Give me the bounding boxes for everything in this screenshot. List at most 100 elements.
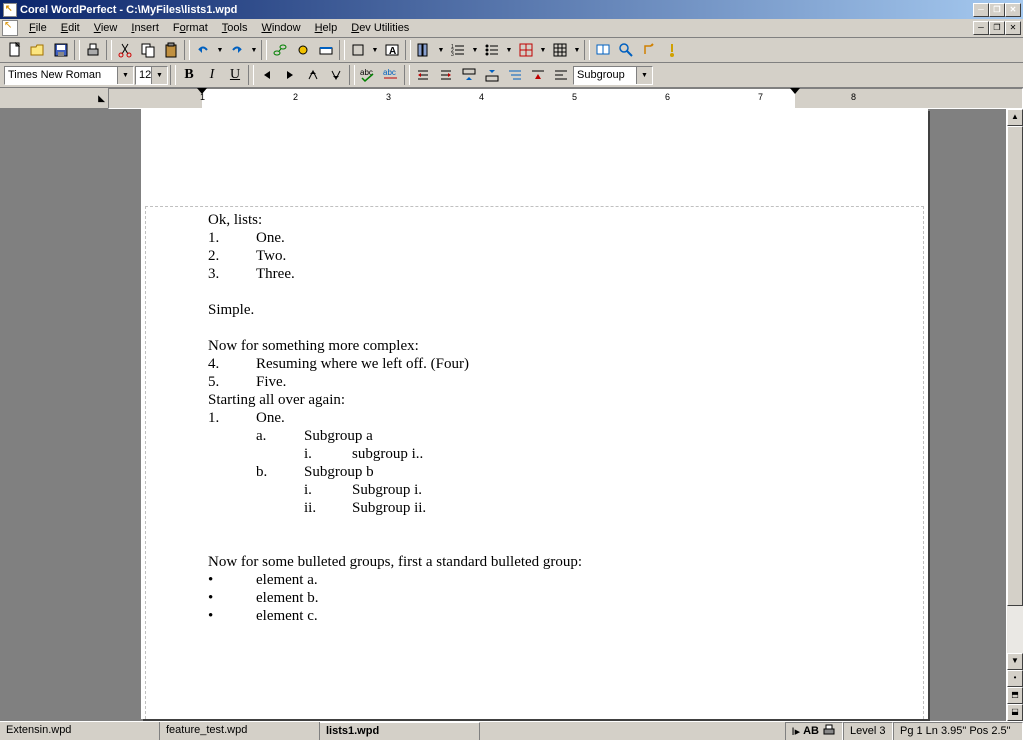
mdi-restore-button[interactable]: ❐ — [989, 21, 1005, 35]
next-page-button[interactable]: ⬓ — [1007, 704, 1023, 721]
italic-button[interactable]: I — [201, 64, 223, 86]
quickformat-button[interactable] — [315, 39, 337, 61]
scroll-thumb[interactable] — [1007, 126, 1023, 606]
shapes-dropdown[interactable]: ▼ — [370, 39, 380, 61]
menu-format[interactable]: Format — [166, 20, 215, 36]
table-dropdown[interactable]: ▼ — [572, 39, 582, 61]
menu-window[interactable]: Window — [254, 20, 307, 36]
list-item[interactable]: a.Subgroup a — [208, 427, 868, 445]
text-line[interactable]: Simple. — [208, 301, 868, 319]
promote-button[interactable] — [302, 64, 324, 86]
list-item[interactable]: 2.Two. — [208, 247, 868, 265]
list-item[interactable]: •element b. — [208, 589, 868, 607]
autoformat-button[interactable] — [638, 39, 660, 61]
menu-dev[interactable]: Dev Utilities — [344, 20, 416, 36]
menu-edit[interactable]: Edit — [54, 20, 87, 36]
spellcheck-abc2-button[interactable]: abc — [380, 64, 402, 86]
columns-button[interactable] — [413, 39, 435, 61]
outline-show-button[interactable] — [504, 64, 526, 86]
menu-tools[interactable]: Tools — [215, 20, 255, 36]
undo-button[interactable] — [192, 39, 214, 61]
table-button[interactable] — [549, 39, 571, 61]
right-margin-marker[interactable] — [790, 88, 800, 94]
doc-tab-1[interactable]: Extensin.wpd — [0, 722, 160, 740]
outline-decrease-button[interactable] — [435, 64, 457, 86]
horizontal-ruler[interactable]: 1 2 3 4 5 6 7 8 — [108, 88, 1023, 109]
menu-help[interactable]: Help — [308, 20, 345, 36]
subgroup-select[interactable]: Subgroup▼ — [573, 66, 653, 85]
vertical-scrollbar[interactable]: ▲ ▼ • ⬒ ⬓ — [1006, 109, 1023, 721]
document-content[interactable]: Ok, lists: 1.One. 2.Two. 3.Three. Simple… — [208, 211, 868, 625]
status-level[interactable]: Level 3 — [843, 722, 893, 740]
scroll-down-button[interactable]: ▼ — [1007, 653, 1023, 670]
list-item[interactable]: 1.One. — [208, 409, 868, 427]
bullets-dropdown[interactable]: ▼ — [504, 39, 514, 61]
doc-tab-2[interactable]: feature_test.wpd — [160, 722, 320, 740]
menu-view[interactable]: View — [87, 20, 125, 36]
mdi-close-button[interactable]: ✕ — [1005, 21, 1021, 35]
tab-indicator-icon[interactable]: ◣ — [98, 93, 105, 103]
table-quick-dropdown[interactable]: ▼ — [538, 39, 548, 61]
demote-button[interactable] — [325, 64, 347, 86]
text-line[interactable]: Ok, lists: — [208, 211, 868, 229]
undo-dropdown[interactable]: ▼ — [215, 39, 225, 61]
spellcheck-abc-button[interactable]: abc — [357, 64, 379, 86]
mdi-minimize-button[interactable]: ─ — [973, 21, 989, 35]
numbering-dropdown[interactable]: ▼ — [470, 39, 480, 61]
text-line[interactable]: Now for something more complex: — [208, 337, 868, 355]
browse-select-button[interactable]: • — [1007, 670, 1023, 687]
numbering-button[interactable]: 123 — [447, 39, 469, 61]
size-select[interactable]: 12▼ — [135, 66, 168, 85]
list-item[interactable]: 1.One. — [208, 229, 868, 247]
close-button[interactable]: ✕ — [1005, 3, 1021, 17]
scroll-up-button[interactable]: ▲ — [1007, 109, 1023, 126]
restore-button[interactable]: ❐ — [989, 3, 1005, 17]
text-line[interactable]: Now for some bulleted groups, first a st… — [208, 553, 868, 571]
outline-hide-button[interactable] — [527, 64, 549, 86]
text-line[interactable]: Starting all over again: — [208, 391, 868, 409]
list-item[interactable]: b.Subgroup b — [208, 463, 868, 481]
font-select[interactable]: Times New Roman▼ — [4, 66, 134, 85]
new-button[interactable] — [4, 39, 26, 61]
open-button[interactable] — [27, 39, 49, 61]
list-item[interactable]: 3.Three. — [208, 265, 868, 283]
scroll-track[interactable] — [1007, 126, 1023, 653]
next-button[interactable] — [279, 64, 301, 86]
table-quick-button[interactable] — [515, 39, 537, 61]
columns-dropdown[interactable]: ▼ — [436, 39, 446, 61]
print-button[interactable] — [82, 39, 104, 61]
menu-file[interactable]: File — [22, 20, 54, 36]
menu-insert[interactable]: Insert — [124, 20, 166, 36]
page[interactable]: Ok, lists: 1.One. 2.Two. 3.Three. Simple… — [141, 109, 928, 719]
outline-increase-button[interactable] — [412, 64, 434, 86]
shapes-button[interactable] — [347, 39, 369, 61]
list-item[interactable]: •element a. — [208, 571, 868, 589]
cut-button[interactable] — [114, 39, 136, 61]
paste-button[interactable] — [160, 39, 182, 61]
list-item[interactable]: 5.Five. — [208, 373, 868, 391]
outline-collapse-button[interactable] — [550, 64, 572, 86]
hyperlink-button[interactable] — [269, 39, 291, 61]
list-item[interactable]: •element c. — [208, 607, 868, 625]
outline-moveup-button[interactable] — [458, 64, 480, 86]
minimize-button[interactable]: ─ — [973, 3, 989, 17]
prev-page-button[interactable]: ⬒ — [1007, 687, 1023, 704]
insert-object-button[interactable] — [292, 39, 314, 61]
prev-button[interactable] — [256, 64, 278, 86]
list-item[interactable]: 4.Resuming where we left off. (Four) — [208, 355, 868, 373]
underline-button[interactable]: U — [224, 64, 246, 86]
doc-tab-3[interactable]: lists1.wpd — [320, 722, 480, 740]
bold-button[interactable]: B — [178, 64, 200, 86]
status-insert[interactable]: I▸ AB — [785, 722, 843, 740]
textbox-button[interactable]: A — [381, 39, 403, 61]
list-item[interactable]: i.Subgroup i. — [208, 481, 868, 499]
zoom-button[interactable] — [615, 39, 637, 61]
spellcheck-button[interactable] — [592, 39, 614, 61]
redo-button[interactable] — [226, 39, 248, 61]
save-button[interactable] — [50, 39, 72, 61]
redo-dropdown[interactable]: ▼ — [249, 39, 259, 61]
bullets-button[interactable] — [481, 39, 503, 61]
outline-movedown-button[interactable] — [481, 64, 503, 86]
list-item[interactable]: i.subgroup i.. — [208, 445, 868, 463]
list-item[interactable]: ii.Subgroup ii. — [208, 499, 868, 517]
